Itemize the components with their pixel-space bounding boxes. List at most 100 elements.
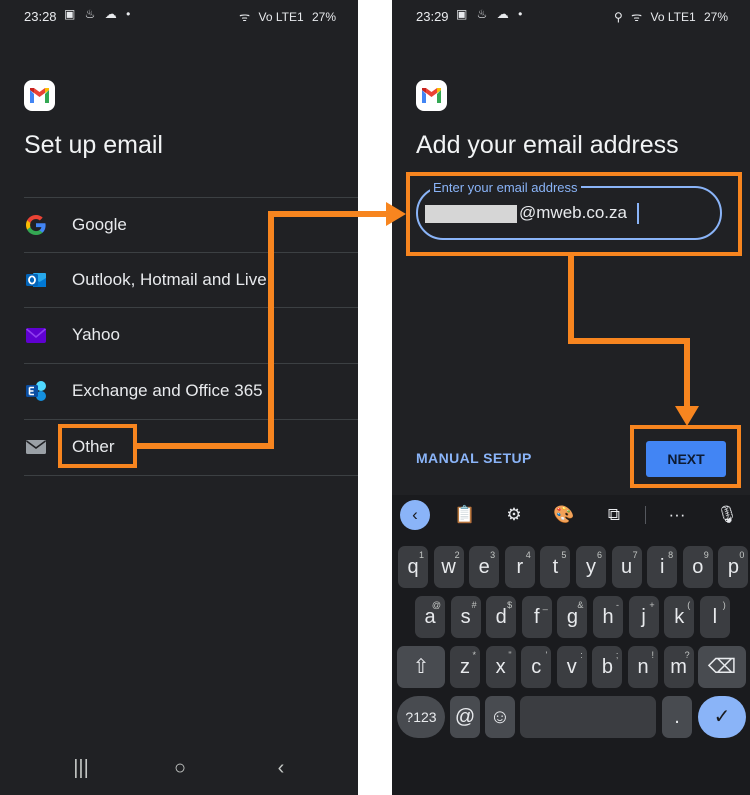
key-l[interactable]: l)	[699, 596, 730, 638]
palette-icon[interactable]: 🎨	[549, 500, 579, 530]
key-n[interactable]: n!	[628, 646, 658, 688]
key-hint: @	[431, 600, 441, 610]
key-label: u	[621, 556, 633, 578]
key-x[interactable]: x "	[485, 646, 516, 688]
enter-key[interactable]: ✓	[698, 696, 746, 738]
back-button[interactable]: ‹	[266, 757, 296, 783]
delete-key[interactable]: ⌫	[698, 646, 746, 688]
battery-level: 27%	[703, 10, 728, 24]
key-hint: (	[687, 600, 691, 610]
key-label: v	[566, 656, 577, 678]
page-title: Set up email	[24, 131, 163, 159]
key-hint: 2	[454, 550, 460, 560]
key-a[interactable]: a @	[415, 596, 445, 638]
recents-button[interactable]: |||	[66, 757, 96, 783]
key-hint: -	[616, 600, 619, 610]
key-hint: '	[545, 650, 548, 660]
toolbar-separator	[645, 506, 646, 524]
space-key[interactable]	[520, 696, 656, 738]
key-label: d	[495, 606, 507, 628]
home-button[interactable]: ○	[165, 757, 195, 783]
key-label: q	[407, 556, 419, 578]
key-h[interactable]: h-	[593, 596, 623, 638]
annotation-arrow	[268, 211, 274, 449]
key-j[interactable]: j +	[628, 596, 659, 638]
key-hint: 9	[703, 550, 709, 560]
provider-outlook[interactable]: Outlook, Hotmail and Live	[0, 252, 358, 307]
gmail-logo-icon	[24, 80, 55, 111]
provider-google[interactable]: Google	[0, 197, 358, 252]
provider-exchange[interactable]: Exchange and Office 365	[0, 363, 358, 418]
key-label: j	[641, 606, 646, 628]
key-m[interactable]: m?	[663, 646, 694, 688]
at-key[interactable]: @	[450, 696, 480, 738]
key-label: k	[674, 606, 685, 628]
status-bar: 23:29 ▣ ♨ ☁ • ⚲ ᯤ Vo LTE1 27%	[392, 0, 750, 32]
more-icon[interactable]: ···	[662, 500, 692, 530]
key-o[interactable]: o9	[682, 546, 713, 588]
key-v[interactable]: v:	[556, 646, 587, 688]
annotation-box-email	[406, 172, 742, 256]
key-hint: :	[580, 650, 583, 660]
key-hint: 0	[739, 550, 745, 560]
clipboard-icon[interactable]: 📋	[450, 500, 480, 530]
key-hint: 1	[418, 550, 424, 560]
key-e[interactable]: e3	[469, 546, 500, 588]
status-right: ᯤ Vo LTE1 27%	[234, 8, 336, 25]
key-r[interactable]: r4	[504, 546, 535, 588]
key-label: z	[460, 656, 470, 678]
keyboard-back-icon[interactable]: ‹	[400, 500, 430, 530]
annotation-arrowhead	[675, 406, 699, 426]
annotation-arrowhead	[386, 202, 406, 226]
divider	[24, 475, 358, 476]
settings-gear-icon[interactable]: ⚙	[499, 500, 529, 530]
symbols-key[interactable]: ?123	[397, 696, 445, 738]
keyboard	[392, 495, 750, 795]
annotation-box-next	[630, 425, 741, 488]
floating-keyboard-icon[interactable]: ⧉	[599, 500, 629, 530]
key-hint: 3	[490, 550, 496, 560]
key-label: h	[602, 606, 614, 628]
key-q[interactable]: q1	[398, 546, 428, 588]
emoji-key[interactable]: ☺	[485, 696, 515, 738]
annotation-arrow	[684, 338, 690, 408]
outlook-icon	[24, 268, 48, 292]
key-b[interactable]: b;	[592, 646, 623, 688]
key-g[interactable]: g &	[557, 596, 588, 638]
key-u[interactable]: u7	[611, 546, 642, 588]
provider-yahoo[interactable]: Yahoo	[0, 307, 358, 362]
key-hint: #	[471, 600, 477, 610]
key-y[interactable]: y6	[576, 546, 606, 588]
key-label: f	[534, 606, 540, 628]
key-p[interactable]: p0	[718, 546, 749, 588]
key-i[interactable]: i8	[647, 546, 678, 588]
annotation-arrow	[137, 443, 274, 449]
mic-off-icon[interactable]: 🎙	[712, 500, 742, 530]
key-hint: 4	[525, 550, 531, 560]
key-hint: )	[722, 600, 726, 610]
key-s[interactable]: s #	[450, 596, 481, 638]
key-hint: $	[507, 600, 513, 610]
key-label: c	[531, 656, 542, 678]
key-label: p	[727, 556, 739, 578]
key-label: e	[478, 556, 490, 578]
key-label: r	[516, 556, 524, 578]
key-c[interactable]: c '	[521, 646, 552, 688]
key-label: y	[586, 556, 596, 578]
key-k[interactable]: k(	[664, 596, 695, 638]
key-hint: !	[651, 650, 654, 660]
google-icon	[24, 213, 48, 237]
key-z[interactable]: z *	[450, 646, 480, 688]
key-label: b	[601, 656, 613, 678]
key-label: t	[552, 556, 559, 578]
shift-key[interactable]: ⇧	[397, 646, 445, 688]
period-key[interactable]: .	[662, 696, 692, 738]
status-time: 23:29	[416, 9, 449, 24]
key-w[interactable]: w2	[433, 546, 464, 588]
wifi-icon: ᯤ	[631, 10, 643, 24]
key-t[interactable]: t5	[540, 546, 571, 588]
key-d[interactable]: d $	[486, 596, 517, 638]
manual-setup-button[interactable]: MANUAL SETUP	[416, 450, 532, 466]
key-hint: &	[577, 600, 584, 610]
key-f[interactable]: f _	[521, 596, 552, 638]
